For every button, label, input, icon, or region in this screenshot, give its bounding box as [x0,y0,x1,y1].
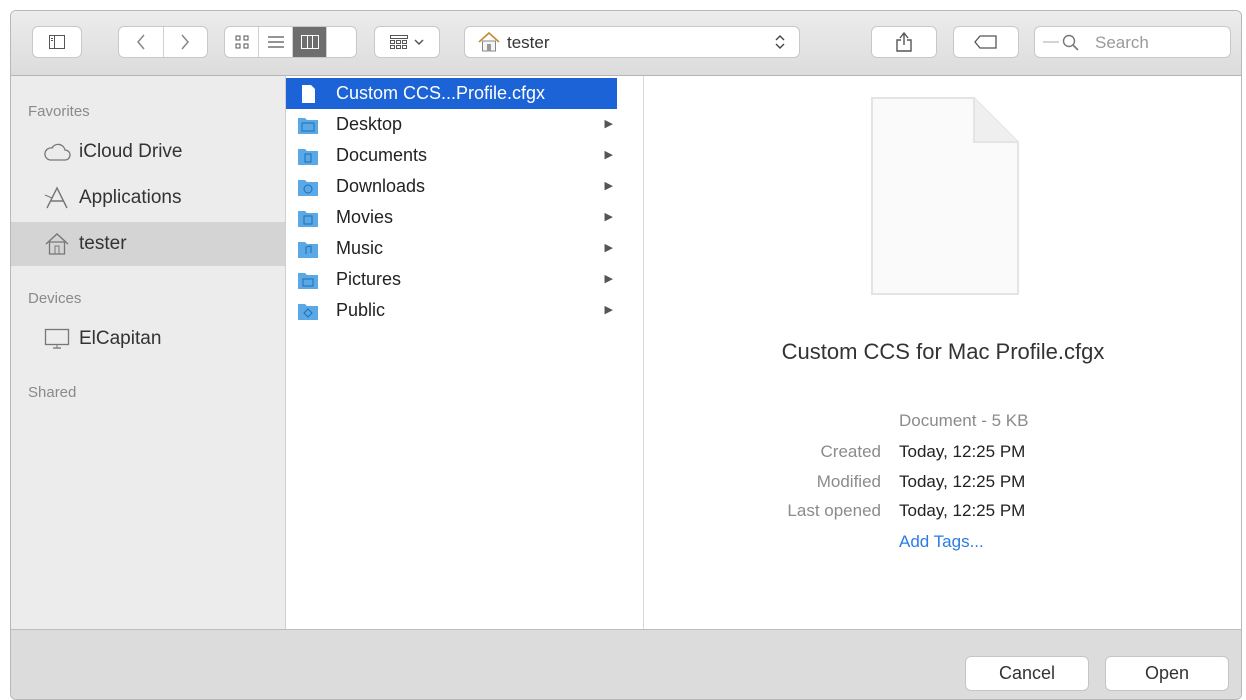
forward-button[interactable] [164,27,208,57]
open-button[interactable]: Open [1105,656,1229,691]
list-item[interactable]: Public ▶ [286,295,617,326]
chevron-left-icon [136,34,145,50]
last-opened-value: Today, 12:25 PM [899,501,1026,520]
view-mode-segmented-control [224,26,357,58]
modified-value: Today, 12:25 PM [899,472,1026,491]
column-view-button[interactable] [293,27,327,57]
disclosure-arrow-icon: ▶ [604,118,613,130]
list-item[interactable]: Pictures ▶ [286,264,617,295]
tag-icon [974,35,997,49]
grid-icon [235,35,248,49]
chevron-down-icon [414,39,424,46]
sidebar-item-label: tester [79,233,127,254]
sidebar-item-label: ElCapitan [79,328,162,349]
preview-filename: Custom CCS for Mac Profile.cfgx [781,339,1105,364]
folder-icon [298,210,318,227]
created-label: Created [820,442,881,461]
preview-pane: Custom CCS for Mac Profile.cfgx Document… [645,76,1241,629]
folder-icon [298,272,318,289]
list-item-label: Documents [336,145,428,165]
search-icon [1043,34,1079,51]
list-item-label: Public [336,300,386,320]
list-item-label: Music [336,238,384,258]
home-icon [478,32,500,52]
list-item[interactable]: Custom CCS...Profile.cfgx [286,78,617,109]
disclosure-arrow-icon: ▶ [604,149,613,161]
document-preview-icon [871,97,1019,295]
cloud-icon [43,138,71,166]
disclosure-arrow-icon: ▶ [604,180,613,192]
search-field[interactable]: Search [1034,26,1231,58]
modified-label: Modified [816,472,881,491]
chevron-right-icon [181,34,190,50]
share-icon [896,32,912,52]
tags-button[interactable] [953,26,1019,58]
disclosure-arrow-icon: ▶ [604,273,613,285]
preview-kind: Document - 5 KB [899,411,1029,430]
shared-heading: Shared [28,384,77,401]
list-item[interactable]: Downloads ▶ [286,171,617,202]
devices-heading: Devices [28,290,82,307]
folder-icon [298,179,318,196]
list-item-label: Downloads [336,176,426,196]
add-tags-link[interactable]: Add Tags... [899,532,984,552]
folder-icon [298,241,318,258]
sidebar-item-label: Applications [79,187,182,208]
sidebar: Favorites iCloud Drive Applications test… [11,76,286,629]
sidebar-item-tester[interactable]: tester [11,222,285,266]
document-icon [302,84,315,103]
list-item-label: Desktop [336,114,403,134]
disclosure-arrow-icon: ▶ [604,242,613,254]
disclosure-arrow-icon: ▶ [604,304,613,316]
sidebar-toggle-button[interactable] [32,26,82,58]
navigation-buttons [118,26,208,58]
back-button[interactable] [119,27,164,57]
list-item[interactable]: Documents ▶ [286,140,617,171]
sidebar-item-label: iCloud Drive [79,141,183,162]
list-item-label: Custom CCS...Profile.cfgx [336,83,546,103]
columns-icon [300,35,319,49]
folder-icon [298,303,318,320]
folder-icon [298,117,318,134]
sidebar-item-icloud-drive[interactable]: iCloud Drive [11,130,285,174]
sidebar-item-applications[interactable]: Applications [11,176,285,220]
group-by-button[interactable] [374,26,440,58]
search-placeholder: Search [1095,33,1149,52]
dialog-footer: Cancel Open [11,629,1241,699]
list-icon [267,36,284,48]
list-item[interactable]: Movies ▶ [286,202,617,233]
share-button[interactable] [871,26,937,58]
applications-icon [43,184,71,212]
last-opened-label: Last opened [787,501,881,520]
home-icon [43,230,71,258]
favorites-heading: Favorites [28,103,90,120]
folder-icon [298,148,318,165]
list-item-label: Movies [336,207,394,227]
disclosure-arrow-icon: ▶ [604,211,613,223]
sidebar-item-elcapitan[interactable]: ElCapitan [11,317,285,361]
list-item[interactable]: Desktop ▶ [286,109,617,140]
icon-view-button[interactable] [225,27,259,57]
group-icon [390,35,408,49]
list-view-button[interactable] [259,27,293,57]
list-item[interactable]: Music ▶ [286,233,617,264]
column-browser: Custom CCS...Profile.cfgx Desktop ▶ Docu… [286,76,906,684]
location-label: tester [507,33,550,52]
list-item-label: Pictures [336,269,402,289]
cancel-button[interactable]: Cancel [965,656,1089,691]
display-icon [43,325,71,353]
toolbar: tester Search [11,11,1241,76]
created-value: Today, 12:25 PM [899,442,1026,461]
location-popup[interactable]: tester [464,26,800,58]
open-file-dialog: tester Search Favorites iCloud Drive App… [10,10,1242,700]
sidebar-icon [49,35,65,49]
updown-chevron-icon [775,35,785,49]
